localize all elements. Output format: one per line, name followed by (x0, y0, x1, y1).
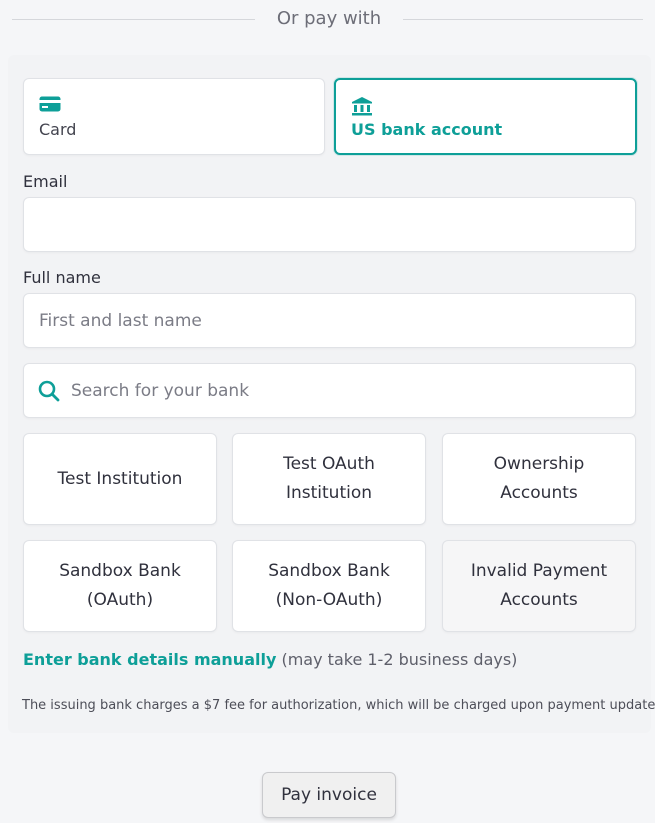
pay-invoice-button[interactable]: Pay invoice (262, 772, 396, 818)
bank-tile-ownership-accounts[interactable]: Ownership Accounts (442, 433, 636, 525)
divider: Or pay with (0, 0, 655, 44)
full-name-label: Full name (23, 268, 101, 287)
divider-line-left (12, 19, 255, 20)
divider-label: Or pay with (276, 8, 382, 29)
tab-card-label: Card (39, 120, 77, 139)
bank-icon (351, 96, 373, 120)
manual-entry-row: Enter bank details manually (may take 1-… (23, 650, 517, 669)
manual-entry-note: (may take 1-2 business days) (276, 650, 518, 669)
fee-notice: The issuing bank charges a $7 fee for au… (22, 698, 655, 713)
bank-tile-invalid-payment-accounts[interactable]: Invalid Payment Accounts (442, 540, 636, 632)
bank-tile-sandbox-bank-oauth[interactable]: Sandbox Bank (OAuth) (23, 540, 217, 632)
tab-us-bank-account-label: US bank account (351, 120, 503, 139)
email-field[interactable] (23, 197, 636, 252)
full-name-field[interactable] (23, 293, 636, 348)
bank-search-input[interactable] (23, 363, 636, 418)
tab-card[interactable]: Card (23, 78, 325, 155)
enter-bank-details-manually-link[interactable]: Enter bank details manually (23, 650, 276, 669)
divider-line-right (403, 19, 643, 20)
bank-tile-sandbox-bank-non-oauth[interactable]: Sandbox Bank (Non-OAuth) (232, 540, 426, 632)
credit-card-icon (39, 96, 61, 116)
tab-us-bank-account[interactable]: US bank account (334, 78, 637, 155)
search-icon (38, 380, 60, 406)
bank-tile-test-institution[interactable]: Test Institution (23, 433, 217, 525)
bank-tile-test-oauth-institution[interactable]: Test OAuth Institution (232, 433, 426, 525)
email-label: Email (23, 172, 68, 191)
